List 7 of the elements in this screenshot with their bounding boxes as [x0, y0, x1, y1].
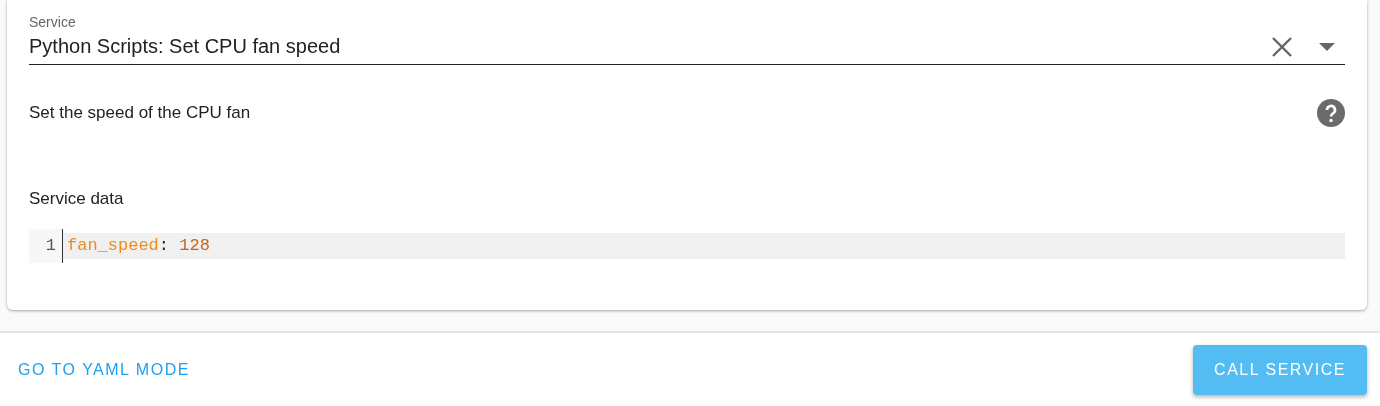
dropdown-caret-icon[interactable]	[1319, 42, 1335, 51]
service-description: Set the speed of the CPU fan	[29, 103, 252, 123]
service-data-label: Service data	[29, 189, 125, 209]
line-number: 1	[29, 229, 63, 263]
close-icon[interactable]	[1271, 35, 1293, 58]
help-icon[interactable]	[1317, 99, 1345, 127]
service-field[interactable]: Service Python Scripts: Set CPU fan speed	[29, 14, 1345, 65]
